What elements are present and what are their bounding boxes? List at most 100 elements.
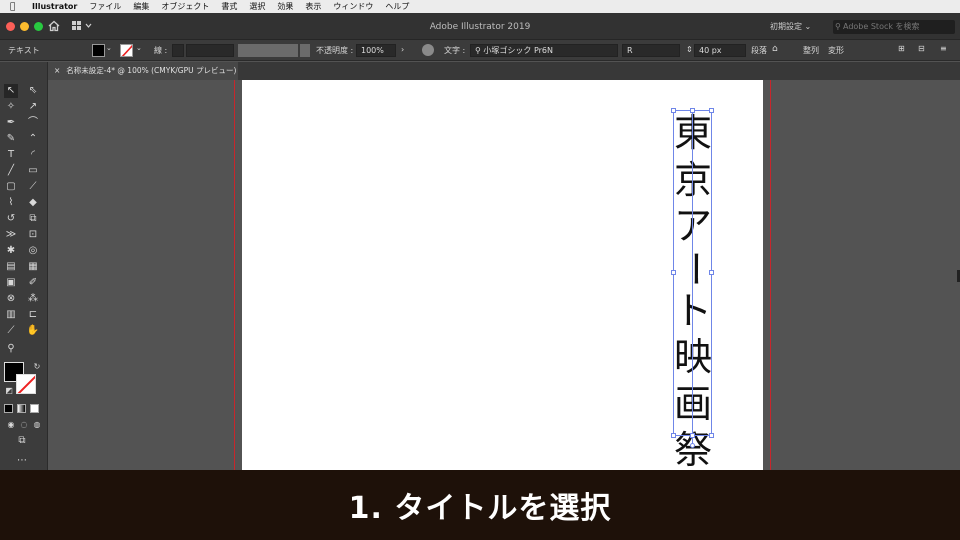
align-link[interactable]: 整列 xyxy=(803,45,819,56)
resize-handle[interactable] xyxy=(709,433,714,438)
anchor-point-icon[interactable]: ⌃ xyxy=(26,132,40,146)
zoom-icon[interactable]: ⚲ xyxy=(4,342,18,356)
gradient-mode-button[interactable] xyxy=(17,404,26,413)
direct-selection-icon[interactable]: ⇖ xyxy=(26,84,40,98)
fill-swatch[interactable] xyxy=(92,44,105,57)
menu-select[interactable]: 選択 xyxy=(249,1,265,12)
chevron-right-icon[interactable]: › xyxy=(401,45,404,54)
transform-link[interactable]: 変形 xyxy=(828,45,844,56)
stroke-weight-stepper[interactable] xyxy=(172,44,184,57)
perspective-grid-icon[interactable]: ▤ xyxy=(4,260,18,274)
close-window-button[interactable] xyxy=(6,22,15,31)
zoom-window-button[interactable] xyxy=(34,22,43,31)
more-tools-icon[interactable]: ⋯ xyxy=(15,454,29,468)
distribute-icon[interactable]: ⌂ xyxy=(772,44,778,54)
artboard-icon[interactable]: ⊏ xyxy=(26,308,40,322)
draw-behind-icon[interactable]: ◌ xyxy=(17,418,31,432)
resize-handle[interactable] xyxy=(709,108,714,113)
arrange-documents-icon[interactable] xyxy=(72,21,94,31)
selection-tool-icon[interactable]: ↖ xyxy=(4,84,18,98)
ellipse-icon[interactable]: ▢ xyxy=(4,180,18,194)
font-style-select[interactable]: R xyxy=(622,44,680,57)
color-mode-button[interactable] xyxy=(4,404,13,413)
resize-handle[interactable] xyxy=(690,108,695,113)
screen-mode-icon[interactable]: ⧉ xyxy=(15,434,29,448)
draw-normal-icon[interactable]: ◉ xyxy=(4,418,18,432)
stock-search-input[interactable]: ⚲ Adobe Stock を検索 xyxy=(833,20,955,34)
font-size-stepper[interactable]: ⇕ xyxy=(686,45,693,54)
chevron-down-icon[interactable]: ⌄ xyxy=(106,44,112,52)
type-tool-icon[interactable]: T xyxy=(4,148,18,162)
menu-view[interactable]: 表示 xyxy=(305,1,321,12)
apple-icon[interactable]:  xyxy=(10,2,22,12)
gradient-icon[interactable]: ▣ xyxy=(4,276,18,290)
resize-handle[interactable] xyxy=(671,108,676,113)
shaper-icon[interactable]: ⌇ xyxy=(4,196,18,210)
blend-icon[interactable]: ⊗ xyxy=(4,292,18,306)
mesh-icon[interactable]: ▦ xyxy=(26,260,40,274)
close-icon[interactable]: × xyxy=(54,66,60,75)
hand-icon[interactable]: ✋ xyxy=(26,324,40,338)
brush-definition[interactable] xyxy=(300,44,310,57)
line-segment-icon[interactable]: ╱ xyxy=(4,164,18,178)
opacity-input[interactable]: 100% xyxy=(356,44,396,57)
slice-icon[interactable]: ⟋ xyxy=(4,324,18,338)
menu-type[interactable]: 書式 xyxy=(221,1,237,12)
rectangle-icon[interactable]: ▭ xyxy=(26,164,40,178)
stroke-color-box[interactable] xyxy=(16,374,36,394)
eraser-icon[interactable]: ◆ xyxy=(26,196,40,210)
bleed-guide-left xyxy=(234,80,235,470)
magic-wand-icon[interactable]: ✧ xyxy=(4,100,18,114)
menu-app-name[interactable]: Illustrator xyxy=(32,2,77,11)
draw-inside-icon[interactable]: ◍ xyxy=(30,418,44,432)
rotate-icon[interactable]: ↺ xyxy=(4,212,18,226)
chevron-down-icon[interactable]: ⌄ xyxy=(136,44,142,52)
workspace-switcher[interactable]: 初期設定 ⌄ xyxy=(770,21,811,32)
stroke-swatch[interactable] xyxy=(120,44,133,57)
resize-handle[interactable] xyxy=(671,270,676,275)
default-colors-icon[interactable]: ◩ xyxy=(2,384,16,398)
text-out-port[interactable] xyxy=(690,443,695,448)
home-icon[interactable] xyxy=(48,20,60,32)
menu-file[interactable]: ファイル xyxy=(89,1,121,12)
none-mode-button[interactable] xyxy=(30,404,39,413)
variable-width-profile[interactable] xyxy=(238,44,298,57)
swap-colors-icon[interactable]: ↻ xyxy=(30,360,44,374)
font-family-select[interactable]: ⚲ 小塚ゴシック Pr6N xyxy=(470,44,618,57)
select-similar-icon[interactable]: ⊟ xyxy=(918,44,925,53)
menu-window[interactable]: ウィンドウ xyxy=(333,1,373,12)
curvature-icon[interactable]: ⌒ xyxy=(26,116,40,130)
pen-icon[interactable]: ✒ xyxy=(4,116,18,130)
shape-builder-icon[interactable]: ◎ xyxy=(26,244,40,258)
lasso-icon[interactable]: ↗ xyxy=(26,100,40,114)
document-tab-title: 名称未設定-4* @ 100% (CMYK/GPU プレビュー) xyxy=(66,66,237,75)
menu-effect[interactable]: 効果 xyxy=(277,1,293,12)
isolate-icon[interactable]: ⊞ xyxy=(898,44,905,53)
pencil-icon[interactable]: ✎ xyxy=(4,132,18,146)
canvas[interactable]: 東 京 ア ー ト 映 画 祭 xyxy=(48,80,960,470)
resize-handle[interactable] xyxy=(709,270,714,275)
font-size-input[interactable]: 40 px xyxy=(694,44,746,57)
document-tab[interactable]: × 名称未設定-4* @ 100% (CMYK/GPU プレビュー) xyxy=(48,62,238,80)
free-transform-icon[interactable]: ⊡ xyxy=(26,228,40,242)
width-tool-icon[interactable]: ≫ xyxy=(4,228,18,242)
resize-handle[interactable] xyxy=(690,433,695,438)
puppet-warp-icon[interactable]: ✱ xyxy=(4,244,18,258)
paintbrush-icon[interactable]: ⟋ xyxy=(26,180,40,194)
artboard[interactable]: 東 京 ア ー ト 映 画 祭 xyxy=(242,80,763,470)
graph-icon[interactable]: ▥ xyxy=(4,308,18,322)
character-label[interactable]: 文字 : xyxy=(444,45,465,56)
eyedropper-icon[interactable]: ✐ xyxy=(26,276,40,290)
minimize-window-button[interactable] xyxy=(20,22,29,31)
stroke-weight-input[interactable] xyxy=(186,44,234,57)
paragraph-link[interactable]: 段落 xyxy=(751,45,767,56)
symbol-sprayer-icon[interactable]: ⁂ xyxy=(26,292,40,306)
menu-object[interactable]: オブジェクト xyxy=(161,1,209,12)
scale-icon[interactable]: ⧉ xyxy=(26,212,40,226)
menu-icon[interactable]: ≡ xyxy=(940,44,947,53)
menu-edit[interactable]: 編集 xyxy=(133,1,149,12)
resize-handle[interactable] xyxy=(671,433,676,438)
arc-icon[interactable]: ◜ xyxy=(26,148,40,162)
recolor-artwork-icon[interactable] xyxy=(422,44,434,56)
menu-help[interactable]: ヘルプ xyxy=(385,1,409,12)
